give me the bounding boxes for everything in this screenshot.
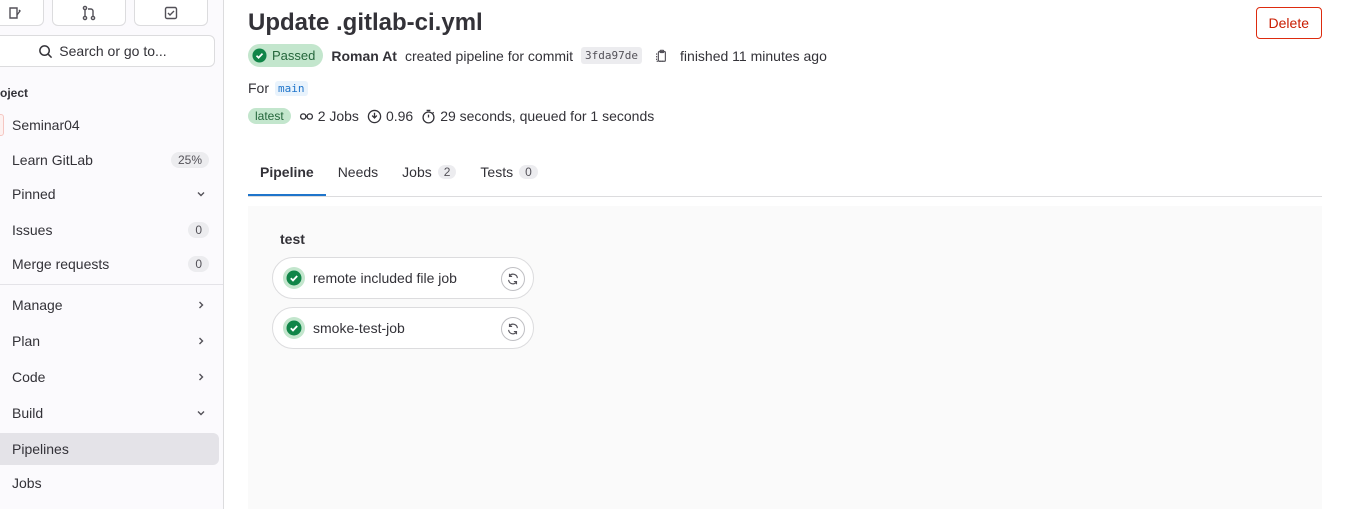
sidebar-item-label: Jobs xyxy=(12,475,42,491)
duration-text: 29 seconds, queued for 1 seconds xyxy=(440,108,655,124)
job-pill-smoke-test-job[interactable]: smoke-test-job xyxy=(272,307,534,349)
sidebar-item-issues[interactable]: Issues 0 xyxy=(0,214,219,246)
finished-text: finished 11 minutes ago xyxy=(680,47,827,64)
coverage-text: 0.96 xyxy=(385,108,414,124)
tab-count-badge: 2 xyxy=(437,165,457,179)
tab-count-badge: 0 xyxy=(519,165,538,179)
sidebar-item-jobs[interactable]: Jobs xyxy=(0,467,219,499)
sidebar-item-merge-requests[interactable]: Merge requests 0 xyxy=(0,248,219,280)
sidebar-divider xyxy=(0,284,223,285)
sidebar-item-label: Manage xyxy=(12,297,63,313)
project-avatar xyxy=(0,114,4,136)
for-text: For xyxy=(248,80,269,96)
status-label: Passed xyxy=(272,48,316,63)
job-name: remote included file job xyxy=(313,270,457,286)
created-text: created pipeline for commit xyxy=(404,47,574,64)
learn-progress-badge: 25% xyxy=(170,152,209,168)
retry-button[interactable] xyxy=(501,267,525,291)
search-button[interactable]: Search or go to... xyxy=(0,35,215,67)
todo-icon xyxy=(164,6,178,20)
issues-icon xyxy=(9,7,21,19)
page-title: Update .gitlab-ci.yml xyxy=(248,9,483,36)
job-status xyxy=(283,317,305,339)
sidebar: Search or go to... oject Seminar04 Learn… xyxy=(0,0,224,509)
chevron-down-icon xyxy=(197,411,205,416)
sidebar-item-label: Pipelines xyxy=(12,441,69,457)
sidebar-item-pinned[interactable]: Pinned xyxy=(0,178,219,210)
pipeline-icon xyxy=(299,112,313,120)
check-circle-icon xyxy=(286,320,302,336)
sidebar-top-actions xyxy=(0,0,208,26)
tab-tests[interactable]: Tests 0 xyxy=(468,148,549,196)
tab-label: Tests xyxy=(480,164,514,180)
merge-requests-count-badge: 0 xyxy=(188,256,209,272)
search-label: Search or go to... xyxy=(59,43,167,59)
retry-icon xyxy=(508,273,518,285)
tab-needs[interactable]: Needs xyxy=(326,148,390,196)
jobs-stat: 2 Jobs xyxy=(299,108,359,124)
tab-label: Pipeline xyxy=(260,164,314,180)
check-circle-icon xyxy=(286,270,302,286)
copy-icon[interactable] xyxy=(654,49,668,63)
coverage-stat: 0.96 xyxy=(367,108,413,124)
stage-name: test xyxy=(280,231,305,247)
job-pill-remote-included-file-job[interactable]: remote included file job xyxy=(272,257,534,299)
sidebar-item-label: Merge requests xyxy=(12,256,110,272)
issues-count-badge: 0 xyxy=(188,222,209,238)
search-icon xyxy=(39,44,53,58)
pipeline-tabs: Pipeline Needs Jobs 2 Tests 0 xyxy=(248,148,1322,197)
todos-shortcut-button[interactable] xyxy=(134,0,208,26)
retry-icon xyxy=(508,323,518,335)
timer-icon xyxy=(422,109,435,124)
pipeline-graph: test remote included file job smoke-test… xyxy=(248,206,1322,509)
chevron-down-icon xyxy=(197,192,205,197)
status-badge[interactable]: Passed xyxy=(248,44,324,67)
duration-stat: 29 seconds, queued for 1 seconds xyxy=(421,108,654,124)
coverage-icon xyxy=(367,109,382,123)
chevron-right-icon xyxy=(199,373,204,381)
author-link[interactable]: Roman At xyxy=(331,48,397,64)
latest-badge: latest xyxy=(248,108,291,124)
sidebar-item-code[interactable]: Code xyxy=(0,361,219,393)
sidebar-item-label: Pinned xyxy=(12,186,56,202)
chevron-right-icon xyxy=(199,301,204,309)
sidebar-item-label: Code xyxy=(12,369,46,385)
sidebar-item-learn-gitlab[interactable]: Learn GitLab 25% xyxy=(0,144,219,176)
merge-requests-shortcut-button[interactable] xyxy=(52,0,126,26)
sidebar-item-project[interactable]: Seminar04 xyxy=(0,109,219,141)
chevron-right-icon xyxy=(199,337,204,345)
job-name: smoke-test-job xyxy=(313,320,405,336)
pipeline-main: Update .gitlab-ci.yml Delete Passed Roma… xyxy=(248,0,1322,509)
sidebar-item-plan[interactable]: Plan xyxy=(0,325,219,357)
tab-label: Jobs xyxy=(402,164,432,180)
check-circle-icon xyxy=(252,48,267,63)
jobs-count-text: 2 Jobs xyxy=(317,108,359,124)
pipeline-meta: Passed Roman At created pipeline for com… xyxy=(248,44,827,67)
sidebar-item-label: Plan xyxy=(12,333,41,349)
sidebar-item-manage[interactable]: Manage xyxy=(0,289,219,321)
commit-sha-link[interactable]: 3fda97de xyxy=(581,47,643,64)
ref-row: For main xyxy=(248,80,308,96)
pipeline-stats: latest 2 Jobs 0.96 29 seconds, queued fo… xyxy=(248,108,654,124)
sidebar-item-build[interactable]: Build xyxy=(0,397,219,429)
issues-shortcut-button[interactable] xyxy=(0,0,44,26)
merge-request-icon xyxy=(82,5,96,21)
tab-pipeline[interactable]: Pipeline xyxy=(248,148,326,196)
tab-jobs[interactable]: Jobs 2 xyxy=(390,148,468,196)
project-name: Seminar04 xyxy=(12,117,80,133)
project-section-label: oject xyxy=(0,86,29,100)
delete-button[interactable]: Delete xyxy=(1255,7,1322,39)
job-status xyxy=(283,267,305,289)
retry-button[interactable] xyxy=(501,317,525,341)
sidebar-item-pipelines[interactable]: Pipelines xyxy=(0,433,219,465)
tab-label: Needs xyxy=(337,164,379,180)
branch-ref-link[interactable]: main xyxy=(275,80,308,96)
sidebar-item-label: Learn GitLab xyxy=(12,152,93,168)
sidebar-item-label: Build xyxy=(12,405,44,421)
sidebar-item-label: Issues xyxy=(12,222,53,238)
